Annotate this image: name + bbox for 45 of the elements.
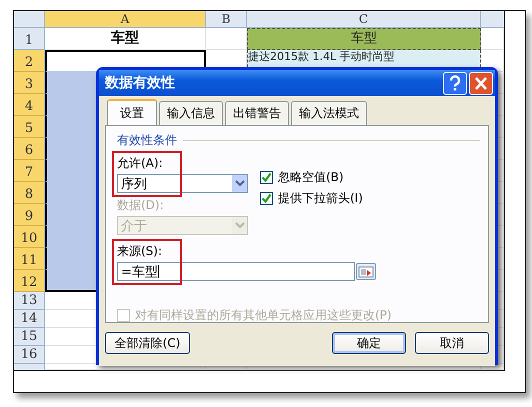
row-header[interactable]: 12 [14,270,45,292]
help-icon[interactable] [443,72,467,94]
row-header[interactable]: 1 [14,28,45,50]
row-header[interactable]: 7 [14,160,45,182]
row-header[interactable]: 10 [14,226,45,248]
row-header[interactable]: 16 [14,346,45,364]
list-header-cell: 车型 [247,28,481,50]
row-header[interactable]: 14 [14,310,45,328]
chevron-icon[interactable] [232,175,247,192]
column-header[interactable]: B [206,11,247,28]
checkbox-label: 忽略空值(B) [278,169,344,186]
row-header[interactable]: 5 [14,116,45,138]
field-label: 来源(S): [117,243,164,260]
dropdown[interactable]: 序列 [117,174,248,193]
tab[interactable]: 出错警告 [225,101,289,125]
tab[interactable]: 输入法模式 [291,101,367,125]
section-label: 有效性条件 [117,132,177,149]
dialog-button[interactable]: 取消 [415,332,489,354]
checkbox-label: 提供下拉箭头(I) [278,190,363,207]
range-picker-icon[interactable] [356,263,376,280]
tab[interactable]: 输入信息 [159,101,223,125]
source-field[interactable]: =车型 [117,262,355,281]
checkbox[interactable] [260,192,273,205]
checkbox[interactable] [260,171,273,184]
row-header[interactable]: 3 [14,72,45,94]
row-header[interactable]: 11 [14,248,45,270]
tab[interactable]: 设置 [107,99,157,126]
cell-text: 车型 [110,29,140,48]
field-label: 允许(A): [117,155,164,172]
table-cell [481,28,504,50]
column-header[interactable]: A [45,11,206,28]
row-header[interactable]: 13 [14,292,45,310]
row-header[interactable]: 2 [14,50,45,72]
row-header[interactable]: 9 [14,204,45,226]
row-header[interactable]: 8 [14,182,45,204]
row-header[interactable]: 15 [14,328,45,346]
dialog-button[interactable]: 确定 [332,332,406,354]
row-header[interactable]: 4 [14,94,45,116]
checkbox-label: 对有同样设置的所有其他单元格应用这些更改(P) [135,307,392,324]
dialog-button[interactable]: 全部清除(C) [105,332,190,354]
window-title: 数据有效性 [105,74,176,92]
column-header[interactable]: C [247,11,481,28]
row-header[interactable]: 6 [14,138,45,160]
close-icon[interactable] [469,72,493,94]
field-label: 数据(D): [117,197,165,214]
